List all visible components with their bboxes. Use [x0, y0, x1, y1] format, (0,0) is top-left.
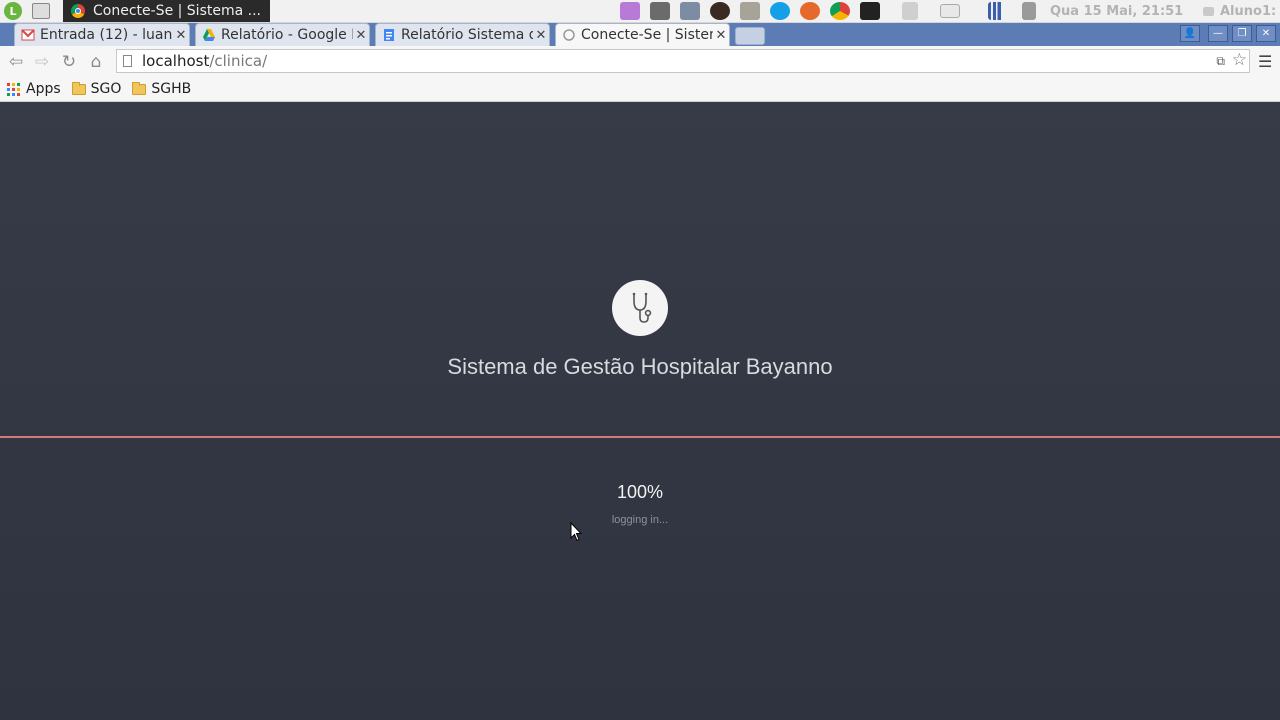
firefox-icon[interactable]	[800, 2, 820, 20]
browser-tab-strip: Entrada (12) - luan ✕ Relatório - Google…	[0, 23, 1280, 46]
new-tab-button[interactable]	[735, 27, 765, 45]
folder-icon	[132, 81, 147, 95]
show-desktop-icon[interactable]	[32, 3, 50, 19]
bookmark-label: SGO	[90, 81, 122, 97]
bookmark-label: Apps	[26, 81, 61, 97]
tab-label: Entrada (12) - luan	[40, 27, 173, 43]
translate-icon[interactable]: ⧉	[1216, 54, 1225, 69]
chat-icon	[1203, 6, 1214, 16]
profile-button[interactable]: 👤	[1180, 25, 1200, 42]
mint-menu-icon[interactable]: L	[4, 2, 22, 20]
tab-docs[interactable]: Relatório Sistema de ✕	[375, 23, 550, 46]
bookmark-label: SGHB	[151, 81, 192, 97]
drive-icon	[203, 29, 215, 41]
network-icon[interactable]	[988, 2, 1004, 20]
page-info-icon[interactable]	[123, 55, 132, 67]
app-icon[interactable]	[710, 2, 730, 20]
page-content: Sistema de Gestão Hospitalar Bayanno 100…	[0, 102, 1280, 720]
reload-button[interactable]: ↻	[59, 52, 79, 72]
apps-grid-icon	[7, 82, 20, 96]
chrome-icon	[71, 4, 85, 18]
restore-button[interactable]: ❐	[1232, 25, 1252, 42]
notes-icon[interactable]	[620, 2, 640, 20]
minimize-button[interactable]: —	[1208, 25, 1228, 42]
browser-toolbar: ⇦ ⇨ ↻ ⌂ localhost/clinica/ ⧉ ☆	[0, 46, 1280, 77]
address-bar[interactable]: localhost/clinica/ ⧉ ☆	[116, 49, 1250, 73]
bookmark-sghb[interactable]: SGHB	[132, 81, 191, 97]
bookmark-star-icon[interactable]: ☆	[1232, 50, 1247, 70]
back-button[interactable]: ⇦	[6, 52, 26, 72]
status-text: logging in...	[611, 514, 669, 526]
tab-drive[interactable]: Relatório - Google D ✕	[195, 23, 370, 46]
close-window-button[interactable]: ✕	[1256, 25, 1276, 42]
taskbar-window-title: Conecte-Se | Sistema ...	[93, 3, 261, 19]
tab-label: Relatório Sistema de	[401, 27, 533, 43]
close-tab-icon[interactable]: ✕	[713, 28, 729, 43]
url-path: /clinica/	[209, 52, 268, 70]
tab-conecte-se[interactable]: Conecte-Se | Sistema ✕	[555, 23, 730, 46]
volume-icon[interactable]	[1022, 2, 1036, 20]
stethoscope-icon	[632, 292, 652, 323]
home-button[interactable]: ⌂	[86, 52, 106, 72]
recorder-icon[interactable]	[902, 2, 918, 20]
terminal-icon[interactable]	[860, 2, 880, 20]
user-menu[interactable]: Aluno1:	[1203, 0, 1276, 22]
logo-badge	[612, 280, 668, 336]
chrome-icon[interactable]	[830, 2, 850, 20]
tab-gmail[interactable]: Entrada (12) - luan ✕	[14, 23, 190, 46]
tab-label: Conecte-Se | Sistema	[581, 27, 713, 43]
system-tray	[620, 2, 1046, 20]
forward-button[interactable]: ⇨	[32, 52, 52, 72]
bookmarks-bar: Apps SGO SGHB	[0, 77, 1280, 102]
folder-icon	[71, 81, 86, 95]
close-tab-icon[interactable]: ✕	[173, 28, 189, 43]
skype-icon[interactable]	[770, 2, 790, 20]
progress-bar	[0, 436, 1280, 438]
os-panel-left: L	[0, 0, 50, 22]
close-tab-icon[interactable]: ✕	[353, 28, 369, 43]
gmail-icon	[21, 29, 35, 41]
page-icon	[563, 29, 575, 41]
progress-percent: 100%	[616, 482, 664, 502]
books-icon[interactable]	[680, 2, 700, 20]
datetime[interactable]: Qua 15 Mai, 21:51	[1050, 0, 1183, 22]
folder-icon[interactable]	[740, 2, 760, 20]
docs-icon	[384, 29, 394, 41]
user-name: Aluno1:	[1220, 3, 1277, 19]
url-host: localhost	[142, 52, 210, 70]
close-tab-icon[interactable]: ✕	[533, 28, 549, 43]
chrome-menu-icon[interactable]: ☰	[1258, 52, 1272, 71]
tab-label: Relatório - Google D	[221, 27, 353, 43]
os-top-panel: L Conecte-Se | Sistema ... Qua 15 Mai, 2…	[0, 0, 1280, 23]
bookmark-apps[interactable]: Apps	[7, 81, 61, 97]
bookmark-sgo[interactable]: SGO	[71, 81, 122, 97]
mail-icon[interactable]	[940, 4, 960, 18]
app-title: Sistema de Gestão Hospitalar Bayanno	[447, 354, 833, 379]
taskbar-window-button[interactable]: Conecte-Se | Sistema ...	[63, 0, 270, 22]
mouse-cursor-icon	[570, 522, 582, 542]
camera-icon[interactable]	[650, 2, 670, 20]
